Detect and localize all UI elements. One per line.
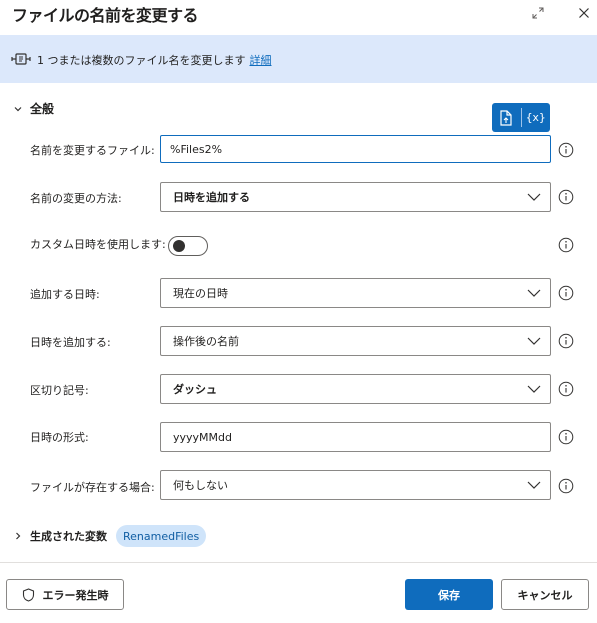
input-mode-toggle: {x} [492,103,550,132]
info-icon[interactable] [558,189,574,205]
datetime-to-add-label: 追加する日時: [30,288,100,301]
chevron-down-icon [527,481,541,489]
datetime-format-input[interactable]: yyyyMMdd [160,422,551,452]
on-error-label: エラー発生時 [42,588,109,602]
variable-chip[interactable]: RenamedFiles [116,525,207,547]
datetime-to-add-dropdown[interactable]: 現在の日時 [160,278,551,308]
files-input[interactable]: %Files2% [160,135,551,163]
add-datetime-label: 日時を追加する: [30,336,111,349]
chevron-down-icon [14,106,22,111]
info-text: 1 つまたは複数のファイル名を変更します [37,54,246,67]
info-icon[interactable] [558,237,574,253]
info-icon[interactable] [558,142,574,158]
action-icon [11,51,31,67]
section-title: 全般 [30,102,55,116]
datetime-format-label: 日時の形式: [30,431,89,444]
variables-produced-label: 生成された変数 [30,530,107,543]
dialog-title: ファイルの名前を変更する [12,6,199,25]
chevron-down-icon [527,193,541,201]
close-icon[interactable] [575,4,593,22]
custom-datetime-label: カスタム日時を使用します: [30,238,166,251]
chevron-right-icon[interactable] [12,530,24,542]
if-file-exists-dropdown[interactable]: 何もしない [160,470,551,500]
info-bar: 1 つまたは複数のファイル名を変更します 詳細 [0,35,597,83]
footer-divider [0,562,597,563]
details-link[interactable]: 詳細 [250,54,272,67]
custom-datetime-toggle[interactable] [168,236,208,256]
method-dropdown[interactable]: 日時を追加する [160,182,551,212]
if-file-exists-label: ファイルが存在する場合: [30,481,155,494]
cancel-button[interactable]: キャンセル [501,579,589,610]
info-icon[interactable] [558,285,574,301]
save-button[interactable]: 保存 [405,579,493,610]
on-error-button[interactable]: エラー発生時 [6,579,124,610]
add-datetime-value: 操作後の名前 [173,335,239,348]
info-icon[interactable] [558,429,574,445]
toggle-knob [173,240,185,252]
section-general-header[interactable]: 全般 [12,100,54,117]
expand-icon[interactable] [529,4,547,22]
info-description: 1 つまたは複数のファイル名を変更します 詳細 [37,52,272,68]
files-value: %Files2% [170,142,223,156]
file-icon[interactable] [492,103,521,132]
info-icon[interactable] [558,333,574,349]
files-label: 名前を変更するファイル: [30,144,155,157]
chevron-down-icon [527,289,541,297]
info-icon[interactable] [558,478,574,494]
datetime-format-value: yyyyMMdd [173,430,232,444]
variable-icon[interactable]: {x} [522,103,551,132]
separator-value: ダッシュ [173,383,217,396]
separator-dropdown[interactable]: ダッシュ [160,374,551,404]
datetime-to-add-value: 現在の日時 [173,287,228,300]
shield-icon [22,587,34,602]
chevron-down-icon [527,385,541,393]
separator-label: 区切り記号: [30,384,89,397]
method-label: 名前の変更の方法: [30,192,122,205]
add-datetime-dropdown[interactable]: 操作後の名前 [160,326,551,356]
variables-produced-section: 生成された変数 RenamedFiles [12,525,207,547]
if-file-exists-value: 何もしない [173,479,228,492]
chevron-down-icon [527,337,541,345]
info-icon[interactable] [558,381,574,397]
title-bar: ファイルの名前を変更する [0,0,597,34]
method-value: 日時を追加する [173,191,250,204]
